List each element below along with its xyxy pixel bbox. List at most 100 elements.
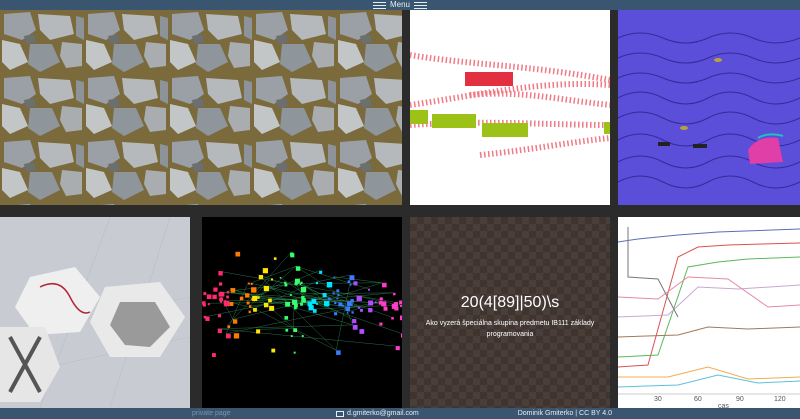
network-node <box>322 293 327 298</box>
network-node <box>256 329 261 334</box>
network-node <box>383 303 386 306</box>
network-node <box>399 315 402 321</box>
network-node <box>217 314 222 318</box>
hexagon-photo <box>0 217 190 408</box>
hamburger-icon[interactable] <box>414 1 427 9</box>
network-node <box>212 294 217 300</box>
network-node <box>301 335 304 338</box>
footer-left-text: private page <box>192 410 231 417</box>
network-node <box>258 274 264 280</box>
cobblestone-image <box>0 10 402 205</box>
network-node <box>213 287 218 292</box>
scatter-network-image <box>202 251 402 357</box>
network-node <box>360 308 363 312</box>
network-node <box>294 306 297 310</box>
network-node <box>230 288 236 293</box>
tile-cobblestone[interactable] <box>0 10 402 205</box>
network-node <box>292 300 294 302</box>
network-node <box>262 268 268 274</box>
network-edge <box>250 266 296 284</box>
line-chart-image: 30 60 90 120 cas <box>618 217 800 408</box>
network-node <box>368 307 373 313</box>
network-node <box>293 328 298 333</box>
network-node <box>400 304 402 308</box>
waves-image <box>618 10 800 205</box>
footer-credit[interactable]: Dominik Gmiterko | CC BY 4.0 <box>518 408 612 419</box>
network-node <box>206 294 212 300</box>
network-node <box>346 312 349 314</box>
network-node <box>269 305 275 311</box>
network-node <box>368 300 374 306</box>
network-node <box>268 298 272 303</box>
network-node <box>207 303 210 306</box>
network-node <box>391 316 394 320</box>
tile-railway[interactable] <box>410 10 610 205</box>
network-node <box>285 328 289 332</box>
x-tick-30: 30 <box>654 396 662 403</box>
hamburger-icon[interactable] <box>372 1 386 9</box>
network-node <box>368 288 371 291</box>
network-node <box>218 271 223 276</box>
network-node <box>226 295 229 299</box>
network-node <box>334 312 338 316</box>
network-node <box>271 278 273 281</box>
network-node <box>400 333 402 338</box>
tile-waves[interactable] <box>618 10 800 205</box>
network-node <box>395 346 400 351</box>
network-node <box>319 270 323 274</box>
network-node <box>248 310 251 314</box>
card-subtitle: Ako vyzerá špeciálna skupina predmetu IB… <box>425 319 595 338</box>
network-node <box>219 300 223 303</box>
network-node <box>285 301 291 307</box>
network-node <box>284 316 289 320</box>
network-node <box>301 298 306 303</box>
network-node <box>219 291 225 297</box>
network-node <box>382 282 387 288</box>
network-node <box>336 350 341 355</box>
network-node <box>356 295 362 302</box>
footer-email[interactable]: d.gmiterko@gmail.com <box>347 408 419 419</box>
network-node <box>233 333 240 339</box>
network-node <box>374 301 377 304</box>
x-tick-60: 60 <box>694 396 702 403</box>
tile-hexagon-papers[interactable] <box>0 217 190 408</box>
network-edge <box>333 276 383 283</box>
network-edge <box>299 282 383 284</box>
network-edge <box>217 328 396 347</box>
network-node <box>353 281 358 286</box>
network-node <box>289 294 292 296</box>
network-node <box>250 283 253 286</box>
network-node <box>263 302 269 308</box>
footer-email-link[interactable]: d.gmiterko@gmail.com <box>336 408 419 419</box>
network-node <box>338 302 343 307</box>
network-node <box>328 297 331 300</box>
tile-regex-card[interactable]: 20(4[89]|50)\s Ako vyzerá špeciálna skup… <box>410 217 610 408</box>
network-node <box>226 333 231 339</box>
network-node <box>226 291 230 294</box>
network-edge <box>315 275 350 283</box>
network-node <box>351 311 354 314</box>
tile-line-chart[interactable]: 30 60 90 120 cas <box>618 217 800 408</box>
network-node <box>349 275 355 281</box>
railway-image <box>410 52 610 158</box>
x-tick-120: 120 <box>774 396 786 403</box>
network-node <box>284 283 288 287</box>
tile-scatter-network[interactable] <box>202 217 402 408</box>
network-node <box>308 305 314 311</box>
network-node <box>294 278 300 284</box>
network-node <box>271 348 276 353</box>
network-node <box>295 266 301 271</box>
network-node <box>300 286 307 293</box>
network-node <box>263 285 269 292</box>
network-node <box>293 351 296 354</box>
network-node <box>336 289 340 293</box>
network-node <box>227 325 231 329</box>
network-node <box>300 302 303 306</box>
network-node <box>336 297 339 300</box>
network-node <box>399 300 402 305</box>
network-node <box>279 277 282 279</box>
network-node <box>232 319 238 324</box>
network-node <box>273 257 277 260</box>
menu-label[interactable]: Menu <box>390 0 410 10</box>
network-node <box>224 299 227 302</box>
